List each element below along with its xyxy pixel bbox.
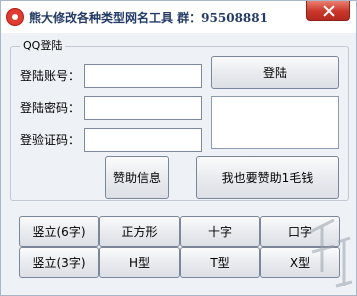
t-shape-button[interactable]: T型 <box>180 247 260 278</box>
sponsor-info-button[interactable]: 赞助信息 <box>105 156 169 199</box>
window-title: 熊大修改各种类型网名工具 群：95508881 <box>29 11 268 25</box>
captcha-input[interactable] <box>84 128 202 152</box>
watermark-logo-icon <box>309 218 353 288</box>
captcha-image-panel <box>211 96 339 149</box>
qq-login-group-title: QQ登陆 <box>20 39 66 53</box>
captcha-label: 登验证码： <box>20 133 81 147</box>
app-window: 熊大修改各种类型网名工具 群：95508881 QQ登陆 登陆账号： 登陆密码：… <box>0 0 357 296</box>
h-shape-button[interactable]: H型 <box>99 247 180 278</box>
password-input[interactable] <box>84 96 202 120</box>
app-logo-icon <box>6 8 24 26</box>
vertical-6-button[interactable]: 竖立(6字) <box>19 216 99 247</box>
login-button[interactable]: 登陆 <box>211 56 339 89</box>
password-label: 登陆密码： <box>20 101 81 115</box>
account-label: 登陆账号： <box>20 69 81 83</box>
close-button[interactable] <box>306 1 350 21</box>
title-bar[interactable]: 熊大修改各种类型网名工具 群：95508881 <box>1 1 356 33</box>
sponsor-me-button[interactable]: 我也要赞助1毛钱 <box>196 156 339 199</box>
cross-button[interactable]: 十字 <box>180 216 260 247</box>
square-button[interactable]: 正方形 <box>99 216 180 247</box>
vertical-3-button[interactable]: 竖立(3字) <box>19 247 99 278</box>
account-input[interactable] <box>84 64 202 88</box>
